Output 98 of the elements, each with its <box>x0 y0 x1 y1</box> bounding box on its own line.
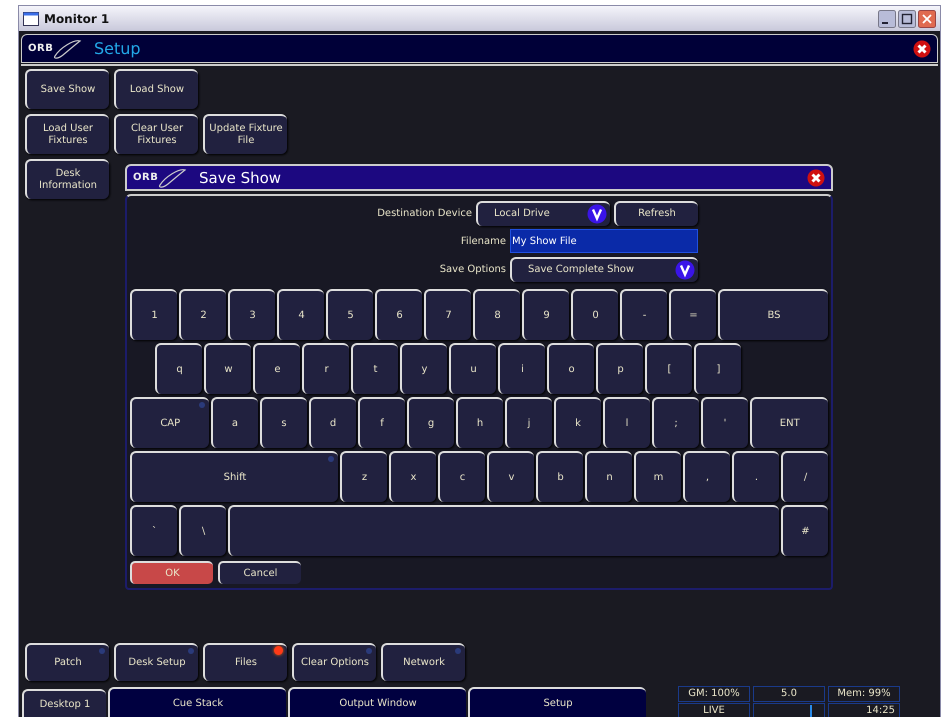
key[interactable]: / <box>781 451 828 502</box>
status-cell: GM: 100% <box>678 686 750 702</box>
menu-button[interactable]: Desk Setup <box>114 643 198 681</box>
key[interactable]: r <box>302 343 349 394</box>
key[interactable]: \ <box>179 505 226 556</box>
field-label: Save Options <box>440 264 506 274</box>
key[interactable]: 1 <box>130 289 177 340</box>
key[interactable]: n <box>585 451 632 502</box>
menu-button[interactable]: Network <box>381 643 465 681</box>
key[interactable]: 7 <box>424 289 471 340</box>
field-label: Destination Device <box>377 208 472 218</box>
key[interactable]: - <box>620 289 667 340</box>
key[interactable]: h <box>456 397 502 448</box>
key[interactable]: z <box>340 451 387 502</box>
minimize-icon[interactable] <box>878 10 896 28</box>
key[interactable]: x <box>389 451 436 502</box>
swoosh-icon <box>157 166 187 188</box>
key[interactable]: ] <box>694 343 741 394</box>
menu-button[interactable]: Load User Fixtures <box>25 114 109 154</box>
key[interactable]: [ <box>645 343 692 394</box>
key[interactable]: = <box>669 289 716 340</box>
key[interactable]: 9 <box>522 289 569 340</box>
key[interactable]: , <box>683 451 730 502</box>
logo-text: ORB <box>28 43 54 54</box>
key[interactable]: i <box>498 343 545 394</box>
key[interactable]: 4 <box>277 289 324 340</box>
panel-title: Setup <box>94 39 141 58</box>
logo-text: ORB <box>133 172 158 183</box>
key[interactable]: c <box>438 451 485 502</box>
key[interactable]: a <box>210 397 258 448</box>
status-cell: 14:25 <box>828 703 900 717</box>
dropdown[interactable]: Save Complete Show <box>510 256 698 282</box>
swoosh-icon <box>52 38 82 60</box>
key[interactable]: y <box>400 343 447 394</box>
close-icon[interactable] <box>913 40 931 58</box>
key[interactable]: q <box>155 343 202 394</box>
ok-button[interactable]: OK <box>130 561 213 584</box>
key[interactable]: w <box>204 343 251 394</box>
maximize-icon[interactable] <box>898 10 916 28</box>
close-icon[interactable] <box>807 168 825 186</box>
key[interactable]: d <box>308 397 356 448</box>
key[interactable]: 0 <box>571 289 618 340</box>
menu-button[interactable]: Patch <box>25 643 109 681</box>
key[interactable]: j <box>504 397 552 448</box>
dropdown-icon <box>675 260 695 280</box>
window-icon <box>23 12 39 26</box>
key[interactable]: f <box>358 397 404 448</box>
key[interactable]: ; <box>652 397 698 448</box>
key[interactable]: o <box>547 343 594 394</box>
dropdown-icon <box>587 204 607 224</box>
key[interactable]: 3 <box>228 289 275 340</box>
key[interactable]: 6 <box>375 289 422 340</box>
window-title: Monitor 1 <box>44 12 110 26</box>
dropdown[interactable]: Local Drive <box>476 200 610 226</box>
key[interactable]: k <box>554 397 600 448</box>
key[interactable]: CAP <box>130 397 208 448</box>
key[interactable]: p <box>596 343 643 394</box>
status-cell: LIVE <box>678 703 750 717</box>
dialog-title: Save Show <box>199 168 282 186</box>
key[interactable]: ` <box>130 505 177 556</box>
key[interactable]: s <box>260 397 306 448</box>
key[interactable]: m <box>634 451 681 502</box>
status-cell: 5.0 <box>753 686 825 702</box>
menu-button[interactable]: Update Fixture File <box>203 114 287 154</box>
desktop-button[interactable]: Desktop 1 <box>22 689 106 717</box>
key[interactable]: Shift <box>130 451 338 502</box>
key[interactable]: t <box>351 343 398 394</box>
window-tab[interactable]: Setup <box>468 687 646 717</box>
key[interactable]: BS <box>718 289 828 340</box>
key[interactable]: 5 <box>326 289 373 340</box>
menu-button[interactable]: Clear Options <box>292 643 376 681</box>
key[interactable]: v <box>487 451 534 502</box>
status-cell: Mem: 99% <box>828 686 900 702</box>
meter-marker <box>810 705 812 717</box>
menu-button[interactable]: Desk Information <box>25 159 109 199</box>
space-key[interactable] <box>228 505 779 556</box>
menu-button[interactable]: Load Show <box>114 69 198 109</box>
key[interactable]: ' <box>700 397 748 448</box>
key[interactable]: ENT <box>750 397 828 448</box>
key[interactable]: e <box>253 343 300 394</box>
key[interactable]: u <box>449 343 496 394</box>
key[interactable]: . <box>732 451 779 502</box>
refresh-button[interactable]: Refresh <box>614 200 698 226</box>
window-tab[interactable]: Output Window <box>288 687 466 717</box>
cancel-button[interactable]: Cancel <box>218 561 301 584</box>
key[interactable]: # <box>781 505 828 556</box>
key[interactable]: g <box>406 397 454 448</box>
field-label: Filename <box>460 236 506 246</box>
menu-button[interactable]: Files <box>203 643 287 681</box>
close-icon[interactable] <box>918 10 936 28</box>
window-tab[interactable]: Cue Stack <box>108 687 286 717</box>
filename-field[interactable]: My Show File <box>510 229 698 253</box>
menu-button[interactable]: Clear User Fixtures <box>114 114 198 154</box>
key[interactable]: b <box>536 451 583 502</box>
key[interactable]: 2 <box>179 289 226 340</box>
key[interactable]: l <box>602 397 650 448</box>
key[interactable]: 8 <box>473 289 520 340</box>
menu-button[interactable]: Save Show <box>25 69 109 109</box>
